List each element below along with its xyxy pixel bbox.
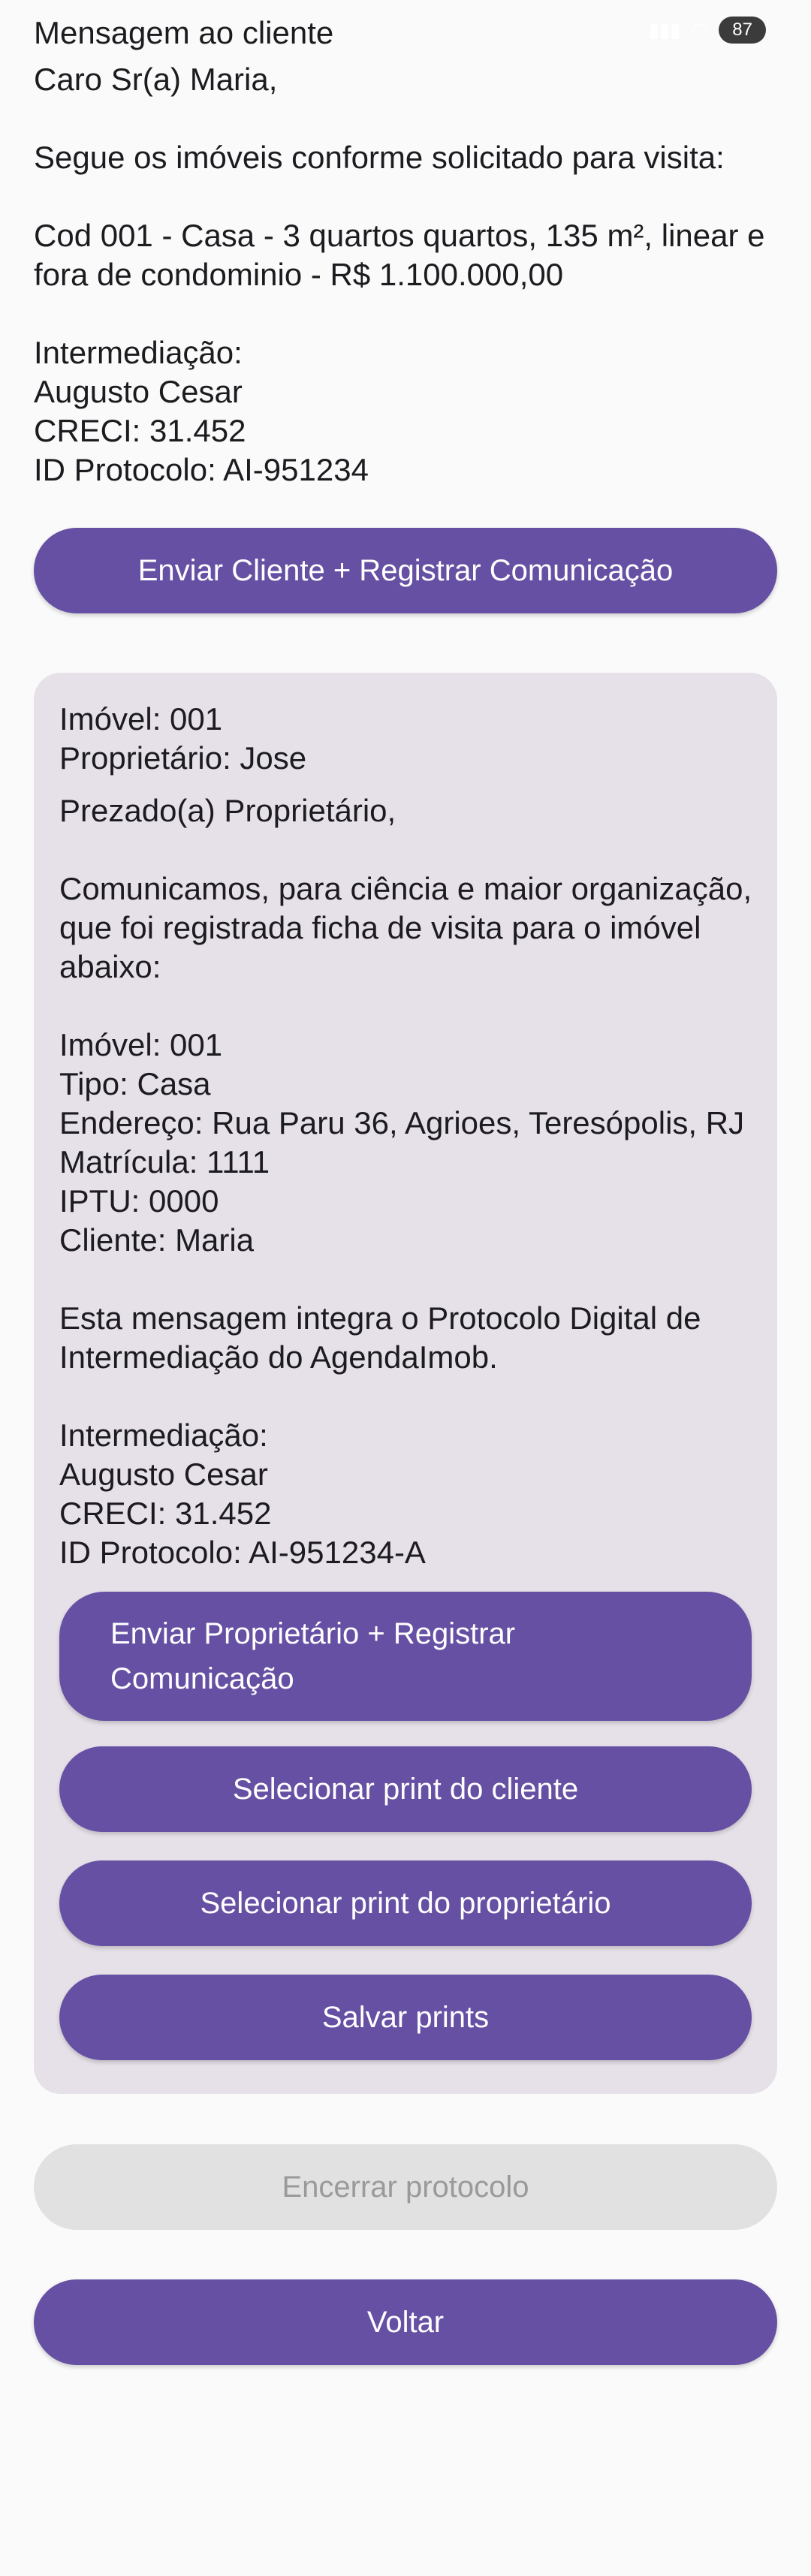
select-client-print-button[interactable]: Selecionar print do cliente	[59, 1746, 752, 1832]
select-owner-print-button[interactable]: Selecionar print do proprietário	[59, 1860, 752, 1946]
send-owner-button[interactable]: Enviar Proprietário + Registrar Comunica…	[59, 1592, 752, 1721]
client-message: Caro Sr(a) Maria, Segue os imóveis confo…	[34, 62, 765, 487]
owner-message: Prezado(a) Proprietário, Comunicamos, pa…	[59, 793, 752, 1570]
page-title: Mensagem ao cliente	[34, 15, 334, 50]
owner-message-card: Imóvel: 001 Proprietário: Jose Prezado(a…	[34, 673, 777, 2094]
close-protocol-button[interactable]: Encerrar protocolo	[34, 2144, 777, 2230]
status-bar: Mensagem ao cliente ▮▮▮ ◠ 87	[0, 0, 811, 62]
property-owner-header: Imóvel: 001 Proprietário: Jose	[59, 701, 307, 776]
wifi-icon: ◠	[691, 18, 709, 41]
status-icons: ▮▮▮ ◠ 87	[649, 17, 766, 44]
send-client-button[interactable]: Enviar Cliente + Registrar Comunicação	[34, 528, 777, 613]
save-prints-button[interactable]: Salvar prints	[59, 1975, 752, 2060]
battery-indicator: 87	[719, 17, 766, 44]
signal-icon: ▮▮▮	[648, 18, 681, 41]
back-button[interactable]: Voltar	[34, 2279, 777, 2365]
